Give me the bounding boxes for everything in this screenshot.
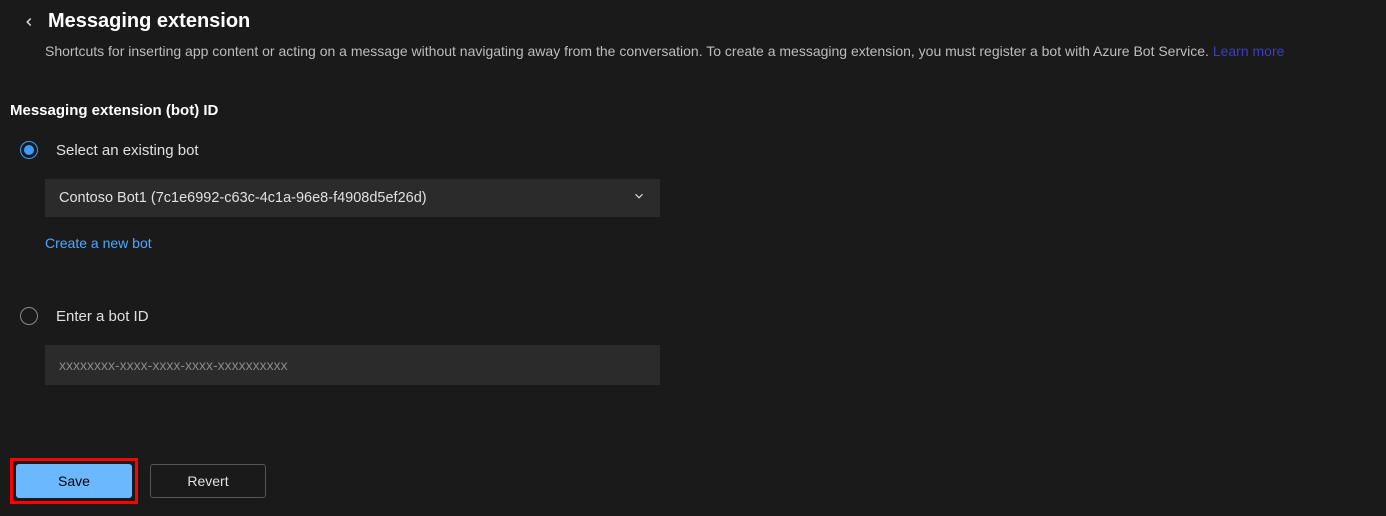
radio-label-existing: Select an existing bot — [56, 142, 199, 159]
bot-id-input[interactable] — [45, 345, 660, 385]
revert-button[interactable]: Revert — [150, 464, 266, 498]
radio-icon-selected[interactable] — [20, 141, 38, 159]
radio-enter-bot-id[interactable]: Enter a bot ID — [10, 307, 1376, 325]
save-button[interactable]: Save — [16, 464, 132, 498]
radio-icon-unselected[interactable] — [20, 307, 38, 325]
page-description: Shortcuts for inserting app content or a… — [45, 41, 1376, 62]
radio-select-existing-bot[interactable]: Select an existing bot — [10, 141, 1376, 159]
bot-dropdown-value: Contoso Bot1 (7c1e6992-c63c-4c1a-96e8-f4… — [59, 190, 427, 206]
radio-label-enter: Enter a bot ID — [56, 308, 149, 325]
chevron-down-icon — [632, 189, 646, 207]
section-title: Messaging extension (bot) ID — [10, 102, 1376, 119]
save-highlight-annotation: Save — [10, 458, 138, 504]
back-icon[interactable] — [22, 15, 36, 29]
page-title: Messaging extension — [48, 10, 250, 33]
create-new-bot-link[interactable]: Create a new bot — [45, 235, 152, 251]
learn-more-link[interactable]: Learn more — [1213, 43, 1285, 59]
bot-dropdown[interactable]: Contoso Bot1 (7c1e6992-c63c-4c1a-96e8-f4… — [45, 179, 660, 217]
